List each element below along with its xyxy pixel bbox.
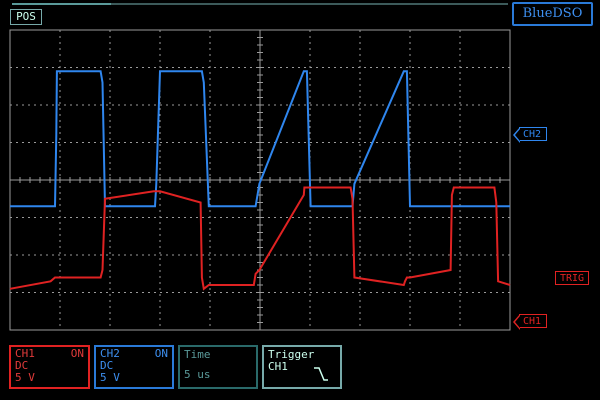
ch2-level-marker[interactable]: CH2 <box>512 127 548 143</box>
timebase-panel[interactable]: Time 5 us <box>178 345 258 389</box>
trigger-source: CH1 <box>268 360 288 373</box>
ch1-state: ON <box>70 347 84 360</box>
falling-edge-icon <box>314 367 328 381</box>
ch2-state: ON <box>154 347 168 360</box>
oscilloscope-display <box>9 29 511 331</box>
trigger-level-marker[interactable]: TRIG <box>555 271 590 285</box>
time-value: 5 us <box>184 368 211 381</box>
ch2-settings-panel[interactable]: CH2 ON DC 5 V <box>94 345 174 389</box>
trigger-panel[interactable]: Trigger CH1 <box>262 345 342 389</box>
ch2-scale: 5 V <box>100 371 120 384</box>
ch1-level-marker[interactable]: CH1 <box>512 314 548 330</box>
ch1-scale: 5 V <box>15 371 35 384</box>
ch1-settings-panel[interactable]: CH1 ON DC 5 V <box>9 345 90 389</box>
time-title: Time <box>184 348 211 361</box>
